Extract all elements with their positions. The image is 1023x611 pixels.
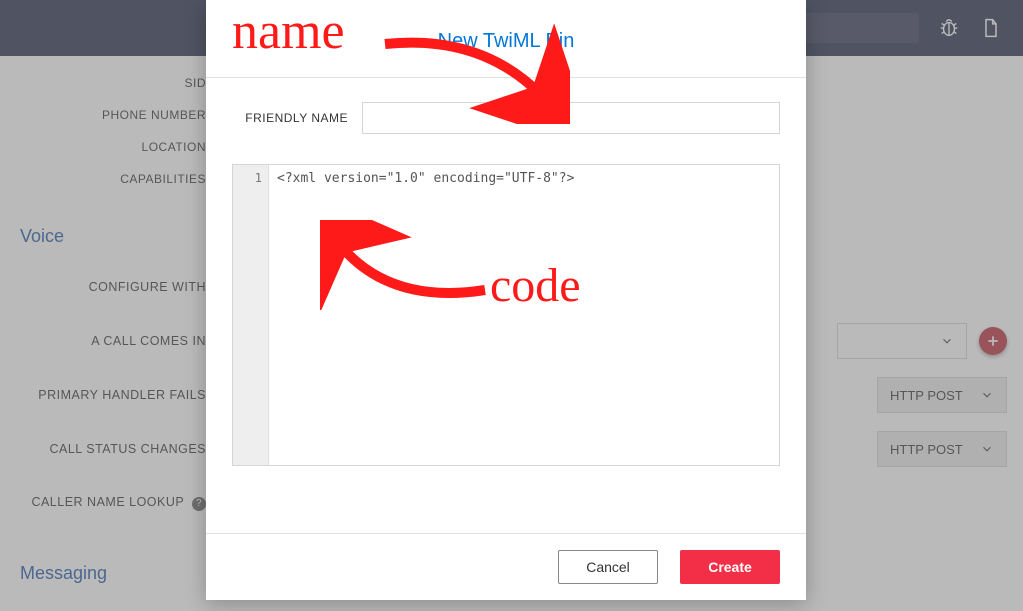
code-content[interactable]: <?xml version="1.0" encoding="UTF-8"?> (269, 165, 779, 465)
create-button[interactable]: Create (680, 550, 780, 584)
friendly-name-label: FRIENDLY NAME (232, 111, 362, 125)
new-twiml-bin-modal: New TwiML Bin FRIENDLY NAME 1 <?xml vers… (206, 0, 806, 600)
code-gutter: 1 (233, 165, 269, 465)
divider (206, 77, 806, 78)
friendly-name-input[interactable] (362, 102, 780, 134)
cancel-button[interactable]: Cancel (558, 550, 658, 584)
twiml-code-editor[interactable]: 1 <?xml version="1.0" encoding="UTF-8"?> (232, 164, 780, 466)
modal-footer: Cancel Create (206, 533, 806, 600)
modal-title: New TwiML Bin (232, 30, 780, 53)
line-number: 1 (233, 171, 262, 185)
